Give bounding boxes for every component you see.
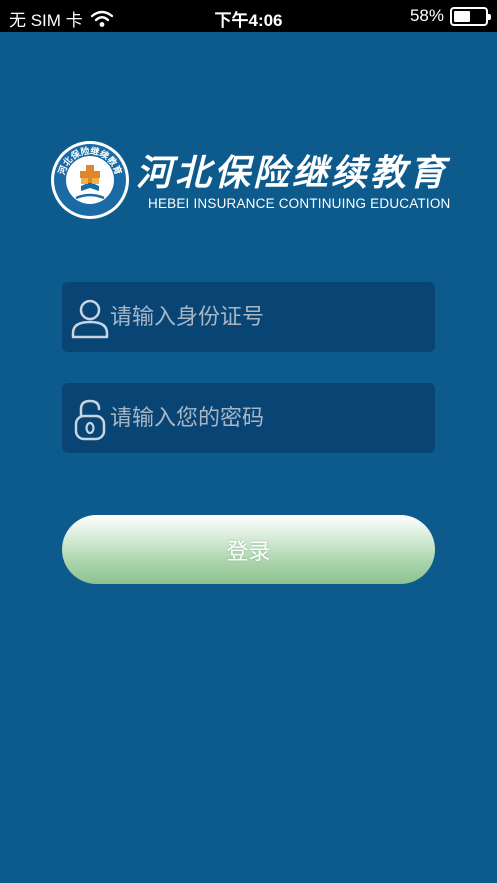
hebei-insurance-logo-icon: 河北保险继续教育 [51,141,129,219]
app-title: 河北保险继续教育 [136,152,449,194]
brand-header: 河北保险继续教育 河北保险继续教育 HEBEI INSURANCE CONTIN… [50,138,450,222]
password-field[interactable] [62,383,435,453]
id-number-input[interactable] [110,282,430,352]
app-subtitle: HEBEI INSURANCE CONTINUING EDUCATION [148,196,451,211]
id-number-field[interactable] [62,282,435,352]
password-input[interactable] [110,383,430,453]
status-bar: 无 SIM 卡 下午4:06 58% [0,0,497,32]
login-button[interactable]: 登录 [62,515,435,584]
battery-fill [454,10,470,22]
battery-percent: 58% [409,6,444,25]
user-icon [71,299,109,339]
battery-icon [450,6,491,26]
lock-icon [74,399,106,441]
status-right: 58% [409,6,491,26]
